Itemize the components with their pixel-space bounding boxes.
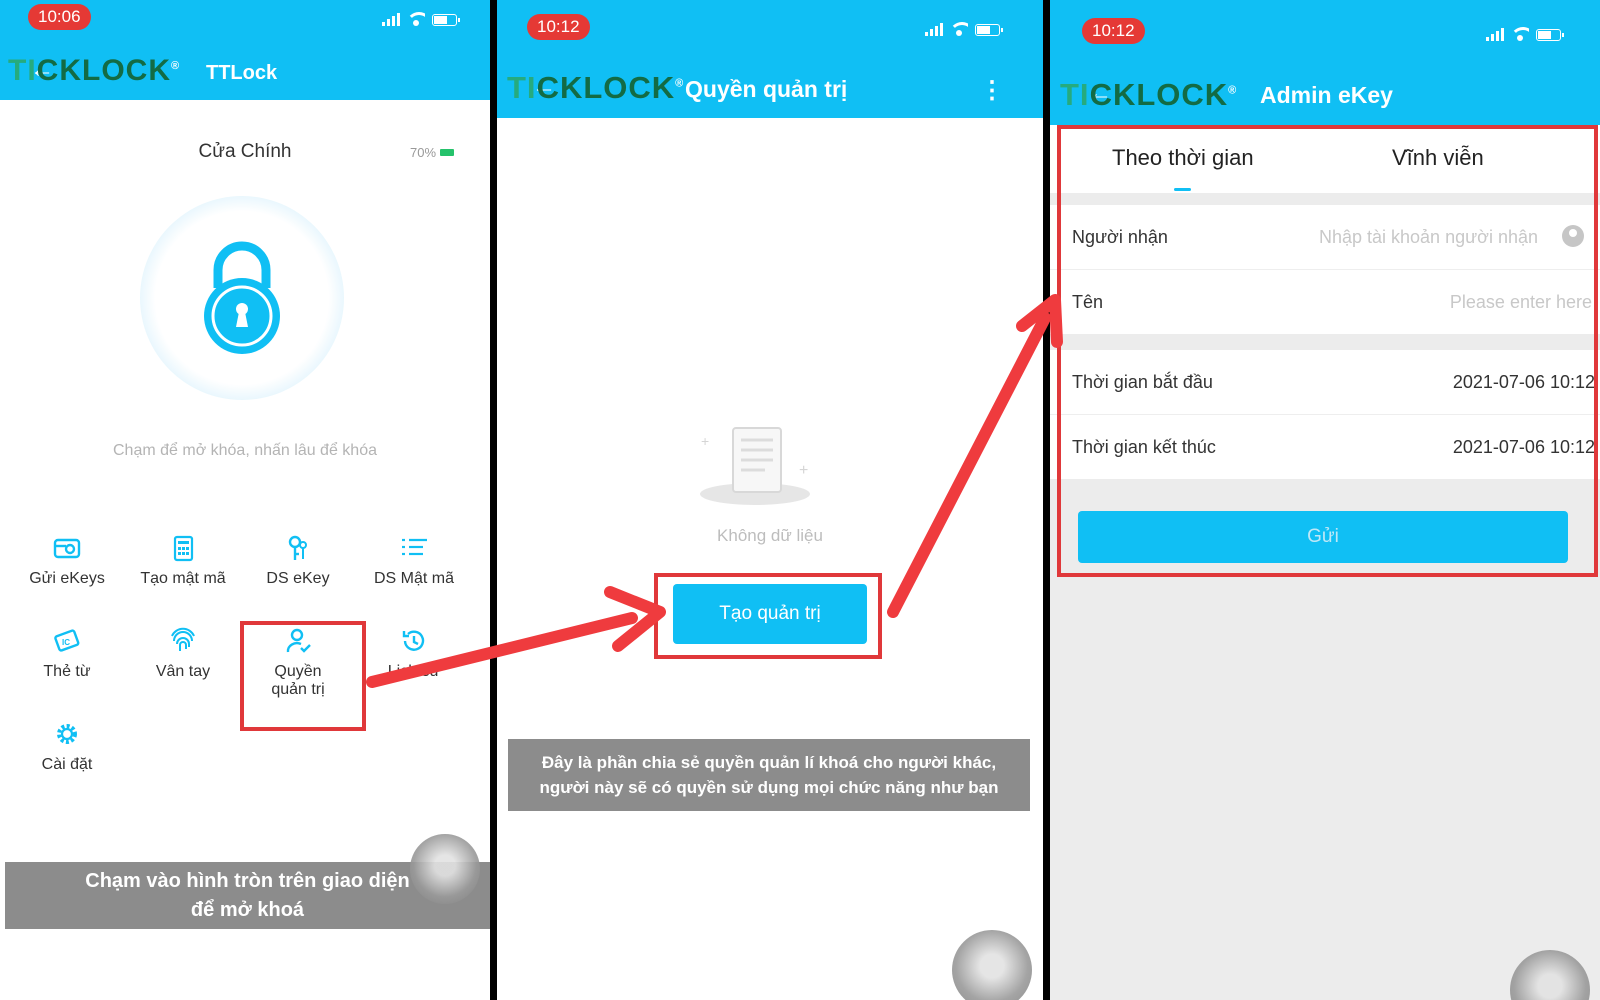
menu-history[interactable]: Lịch sử [356, 627, 472, 681]
app-header: 10:06 ← TICKLOCK® TTLock [0, 0, 490, 100]
ticklock-logo: TICKLOCK® [1060, 77, 1238, 112]
page-title: TTLock [206, 62, 278, 84]
menu-fingerprint[interactable]: Vân tay [125, 627, 241, 681]
status-icons [382, 12, 460, 26]
empty-state-text: Không dữ liệu [717, 526, 823, 545]
fingerprint-icon [171, 627, 195, 651]
unlock-circle-button[interactable] [140, 196, 344, 400]
empty-document-icon: + + [700, 427, 810, 505]
status-icons [925, 22, 1003, 36]
assistive-touch-button[interactable] [1510, 950, 1590, 1000]
menu-label: DS Mật mã [373, 570, 454, 587]
wifi-icon [1511, 27, 1529, 41]
menu-cards[interactable]: IC Thẻ từ [9, 627, 125, 681]
tutorial-caption: Đây là phần chia sẻ quyền quản lí khoá c… [508, 739, 1030, 811]
battery-icon [432, 14, 460, 26]
menu-label: Vân tay [155, 663, 211, 680]
history-icon [402, 630, 425, 651]
gear-icon [57, 724, 77, 744]
svg-text:IC: IC [62, 638, 70, 647]
screen-admin-list: 10:12 ← TICKLOCK® Quyền quản trị ⋮ + + K… [497, 0, 1043, 1000]
screen-admin-ekey: 10:12 ← TICKLOCK® Admin eKey Theo thời g… [1050, 0, 1600, 1000]
status-icons [1486, 27, 1564, 41]
keys-icon [288, 535, 307, 560]
svg-text:+: + [799, 462, 808, 479]
padlock-icon [204, 241, 280, 354]
signal-icon [925, 23, 943, 36]
highlight-admin-menu [240, 621, 366, 731]
menu-label: Lịch sử [387, 663, 441, 680]
svg-text:+: + [701, 433, 709, 449]
menu-label: Thẻ từ [43, 663, 91, 680]
highlight-form [1057, 125, 1598, 577]
ticklock-logo: TICKLOCK® [507, 70, 685, 105]
app-header: 10:12 ← TICKLOCK® Quyền quản trị ⋮ [497, 0, 1043, 118]
caption-line2: người này sẽ có quyền sử dụng mọi chức n… [539, 778, 999, 797]
menu-label: Tạo mật mã [140, 570, 226, 587]
wifi-icon [407, 12, 425, 26]
menu-passcode-list[interactable]: DS Mật mã [356, 534, 472, 588]
assistive-touch-button[interactable] [952, 930, 1032, 1000]
battery-icon [975, 24, 1003, 36]
menu-label: Cài đặt [41, 756, 93, 773]
wifi-icon [950, 22, 968, 36]
menu-ekey-list[interactable]: DS eKey [240, 534, 356, 588]
more-options-icon[interactable]: ⋮ [980, 76, 1004, 105]
caption-line1: Đây là phần chia sẻ quyền quản lí khoá c… [541, 753, 997, 772]
menu-label: Gửi eKeys [29, 570, 105, 587]
card-icon: IC [54, 629, 80, 652]
unlock-hint: Chạm để mở khóa, nhấn lâu để khóa [113, 442, 377, 459]
battery-icon [1536, 29, 1564, 41]
battery-mini-icon [440, 149, 455, 156]
signal-icon [382, 13, 400, 26]
list-icon [402, 538, 427, 556]
assistive-touch-button[interactable] [410, 834, 480, 904]
app-header: 10:12 ← TICKLOCK® Admin eKey [1050, 0, 1600, 125]
keypad-icon [173, 535, 194, 562]
page-title: Quyền quản trị [685, 76, 848, 102]
screen-lock-home: 10:06 ← TICKLOCK® TTLock Cửa Chính 70% C… [0, 0, 490, 1000]
battery-level: 70% [410, 145, 455, 160]
highlight-create-button [654, 573, 882, 659]
menu-send-ekeys[interactable]: Gửi eKeys [9, 534, 125, 588]
ticklock-logo: TICKLOCK® [8, 54, 181, 87]
status-clock: 10:12 [527, 14, 590, 40]
signal-icon [1486, 28, 1504, 41]
status-clock: 10:12 [1082, 18, 1145, 44]
caption-line2: để mở khoá [190, 899, 305, 921]
menu-create-passcode[interactable]: Tạo mật mã [125, 534, 241, 588]
caption-line1: Chạm vào hình tròn trên giao diện [85, 870, 410, 892]
menu-settings[interactable]: Cài đặt [9, 720, 125, 774]
menu-label: DS eKey [266, 570, 330, 587]
page-title: Admin eKey [1260, 82, 1393, 108]
status-clock: 10:06 [28, 4, 91, 30]
send-ekey-icon [53, 538, 81, 559]
